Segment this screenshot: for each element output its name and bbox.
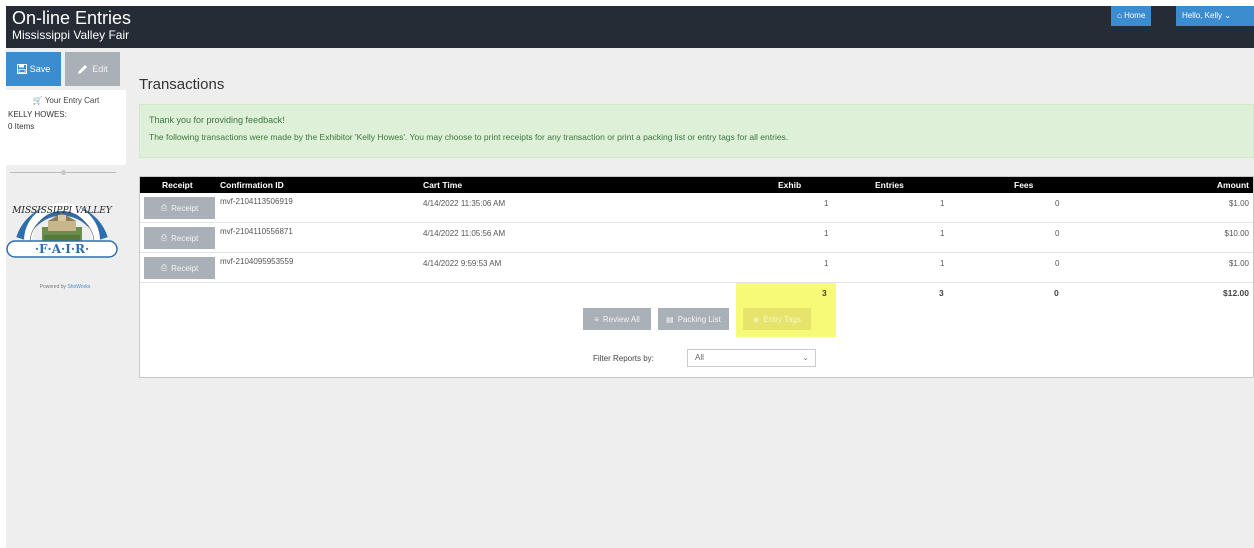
- amount-value: $1.00: [1228, 199, 1249, 208]
- fees-value: 0: [1055, 259, 1060, 268]
- alert-heading: Thank you for providing feedback!: [149, 115, 285, 125]
- col-cart-time: Cart Time: [423, 180, 463, 190]
- top-navbar: On-line Entries Mississippi Valley Fair …: [6, 6, 1254, 48]
- total-entries: 3: [939, 288, 944, 298]
- cart-title: 🛒 Your Entry Cart: [6, 96, 126, 105]
- home-label: Home: [1124, 11, 1146, 20]
- entry-tags-button[interactable]: ◈ Entry Tags: [743, 308, 811, 330]
- receipt-label: Receipt: [171, 263, 199, 273]
- packing-list-label: Packing List: [677, 314, 721, 324]
- app-title[interactable]: On-line Entries: [12, 8, 131, 28]
- logo-wordmark: ·F·A·I·R·: [35, 242, 89, 256]
- confirmation-id: mvf-2104113506919: [220, 197, 293, 206]
- packing-list-button[interactable]: ▤ Packing List: [658, 308, 729, 330]
- page-title: Transactions: [139, 76, 225, 93]
- cart-user: KELLY HOWES:: [8, 110, 67, 119]
- exhib-count: 1: [824, 259, 829, 268]
- home-icon: ⌂: [1117, 11, 1122, 20]
- chevron-down-icon: ⌄: [802, 353, 809, 362]
- user-menu-button[interactable]: Hello, Kelly ⌄: [1176, 6, 1254, 26]
- powered-prefix: Powered by: [39, 284, 67, 290]
- edit-button[interactable]: Edit: [65, 52, 120, 86]
- entries-count: 1: [940, 259, 945, 268]
- receipt-button[interactable]: ⎙ Receipt: [144, 257, 215, 279]
- entry-tags-label: Entry Tags: [763, 314, 801, 324]
- fees-value: 0: [1055, 229, 1060, 238]
- showorks-link[interactable]: ShoWorks: [67, 284, 90, 290]
- exhib-count: 1: [824, 229, 829, 238]
- total-fees: 0: [1054, 288, 1059, 298]
- col-fees: Fees: [1014, 180, 1034, 190]
- home-button[interactable]: ⌂ Home: [1111, 6, 1152, 26]
- cart-title-label: Your Entry Cart: [44, 96, 100, 105]
- exhib-count: 1: [824, 199, 829, 208]
- fees-value: 0: [1055, 199, 1060, 208]
- col-receipt: Receipt: [162, 180, 193, 190]
- entry-cart-panel[interactable]: 🛒 Your Entry Cart KELLY HOWES: 0 Items: [6, 90, 126, 165]
- entries-count: 1: [940, 199, 945, 208]
- printer-icon: ⎙: [160, 203, 168, 212]
- total-exhib: 3: [822, 288, 827, 298]
- table-row: ⎙ Receipt mvf-2104095953559 4/14/2022 9:…: [140, 253, 1253, 283]
- review-all-button[interactable]: ≡ Review All: [583, 308, 651, 330]
- confirmation-id: mvf-2104095953559: [220, 257, 294, 266]
- table-row: ⎙ Receipt mvf-2104110556871 4/14/2022 11…: [140, 223, 1253, 253]
- amount-value: $1.00: [1228, 259, 1249, 268]
- receipt-label: Receipt: [171, 203, 199, 213]
- printer-icon: ⎙: [160, 263, 168, 272]
- transactions-table: Receipt Confirmation ID Cart Time Exhib …: [139, 176, 1254, 378]
- cart-time: 4/14/2022 11:05:56 AM: [423, 229, 506, 238]
- receipt-button[interactable]: ⎙ Receipt: [144, 227, 215, 249]
- receipt-label: Receipt: [171, 233, 199, 243]
- cart-time: 4/14/2022 9:59:53 AM: [423, 259, 502, 268]
- alert-message: The following transactions were made by …: [149, 132, 789, 142]
- user-greeting: Hello, Kelly: [1182, 11, 1223, 20]
- confirmation-id: mvf-2104110556871: [220, 227, 293, 236]
- save-label: Save: [29, 64, 51, 74]
- fair-name: Mississippi Valley Fair: [12, 28, 130, 42]
- amount-value: $10.00: [1224, 229, 1249, 238]
- list-alt-icon: ▤: [666, 314, 674, 324]
- col-confirmation-id: Confirmation ID: [220, 180, 284, 190]
- entries-count: 1: [940, 229, 945, 238]
- table-row: ⎙ Receipt mvf-2104113506919 4/14/2022 11…: [140, 193, 1253, 223]
- totals-row: 3 3 0 $12.00: [140, 285, 1253, 301]
- filter-label: Filter Reports by:: [593, 354, 654, 363]
- filter-selected-value: All: [695, 353, 704, 362]
- save-button[interactable]: Save: [6, 52, 61, 86]
- col-exhib: Exhib: [778, 180, 802, 190]
- feedback-alert: Thank you for providing feedback! The fo…: [139, 104, 1254, 158]
- col-amount: Amount: [1216, 180, 1249, 190]
- col-entries: Entries: [875, 180, 904, 190]
- pencil-icon: [78, 65, 88, 74]
- powered-by: Powered by ShoWorks: [6, 284, 124, 290]
- chevron-down-icon: ⌄: [1224, 11, 1231, 20]
- review-all-label: Review All: [602, 314, 640, 324]
- filter-reports-select[interactable]: All ⌄: [687, 349, 816, 367]
- tag-icon: ◈: [753, 314, 760, 324]
- shopping-cart-icon: 🛒: [32, 96, 43, 105]
- receipt-button[interactable]: ⎙ Receipt: [144, 197, 215, 219]
- app-frame: On-line Entries Mississippi Valley Fair …: [6, 6, 1254, 548]
- list-icon: ≡: [594, 314, 599, 324]
- edit-label: Edit: [92, 64, 108, 74]
- cart-item-count: 0 Items: [8, 122, 35, 131]
- fair-logo: MISSISSIPPI VALLEY ·F·A·I·R·: [6, 203, 118, 258]
- floppy-disk-icon: [16, 64, 27, 74]
- divider-ornament: [61, 170, 66, 175]
- table-header: Receipt Confirmation ID Cart Time Exhib …: [140, 177, 1253, 193]
- total-amount: $12.00: [1223, 288, 1249, 298]
- cart-time: 4/14/2022 11:35:06 AM: [423, 199, 506, 208]
- printer-icon: ⎙: [160, 233, 168, 242]
